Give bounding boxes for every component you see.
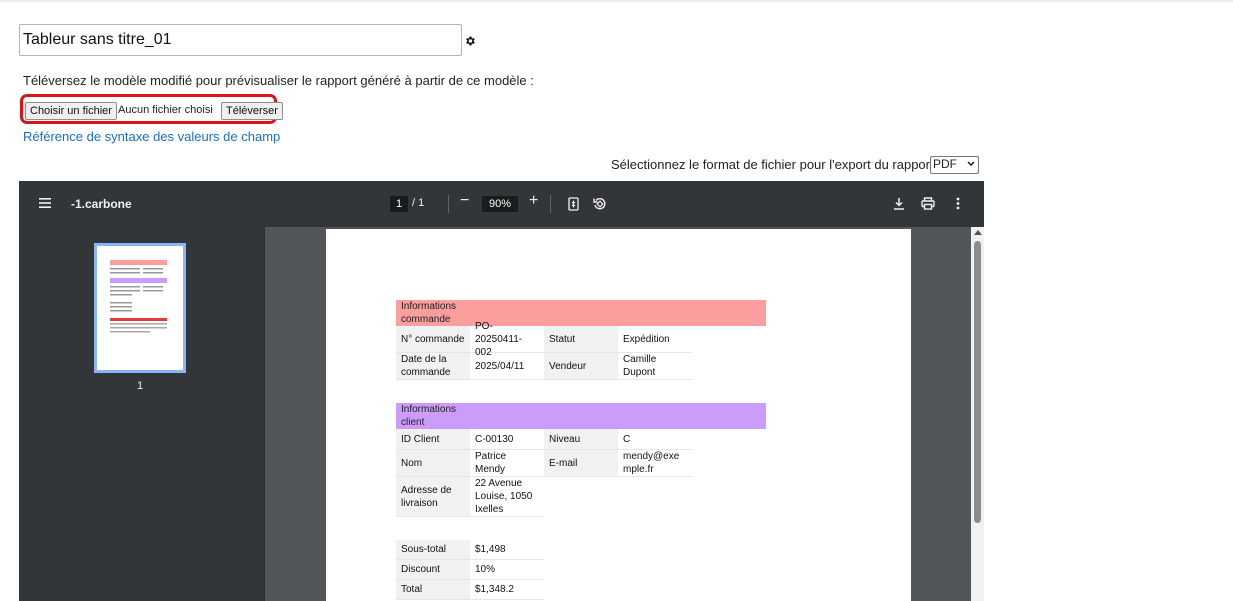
export-format-label: Sélectionnez le format de fichier pour l… — [611, 157, 941, 172]
seller-value: Camille Dupont — [618, 353, 692, 380]
subtotal-label: Sous-total — [396, 540, 470, 560]
fit-page-icon[interactable] — [568, 197, 579, 211]
total-label: Total — [396, 580, 470, 600]
status-value: Expédition — [618, 326, 692, 353]
no-file-text: Aucun fichier choisi — [118, 104, 213, 116]
client-id-value: C-00130 — [470, 429, 544, 450]
export-format-select[interactable]: PDF — [930, 156, 979, 174]
pdf-page: Informations commande N° commande PO-202… — [326, 229, 911, 601]
thumbnail-preview — [110, 260, 167, 333]
chevron-down-icon — [967, 161, 975, 166]
upload-instructions: Téléversez le modèle modifié pour prévis… — [23, 73, 534, 88]
discount-label: Discount — [396, 560, 470, 580]
client-title-line2: client — [401, 417, 425, 428]
client-id-label: ID Client — [396, 429, 470, 450]
export-format-value: PDF — [933, 157, 957, 171]
choose-file-button[interactable]: Choisir un fichier — [25, 102, 117, 120]
gear-icon[interactable] — [464, 35, 476, 47]
zoom-input[interactable]: 90% — [482, 196, 518, 212]
email-value: mendy@exe mple.fr — [618, 450, 692, 477]
order-section-header: Informations commande — [396, 300, 766, 326]
print-icon[interactable] — [921, 197, 935, 210]
level-value: C — [618, 429, 692, 450]
order-date-value: 2025/04/11 — [470, 353, 544, 380]
download-icon[interactable] — [893, 197, 905, 210]
scrollbar-thumb[interactable] — [974, 241, 981, 523]
toolbar-divider — [550, 195, 551, 213]
address-value: 22 Avenue Louise, 1050 Ixelles — [470, 477, 544, 517]
client-section-header: Informations client — [396, 403, 766, 429]
pdf-toolbar: -1.carbone 1 / 1 − 90% + — [19, 181, 984, 227]
seller-label: Vendeur — [544, 353, 618, 380]
zoom-out-button[interactable]: − — [460, 192, 469, 210]
document-name: -1.carbone — [71, 197, 132, 211]
page-thumbnail[interactable] — [94, 243, 186, 373]
menu-icon[interactable] — [39, 198, 51, 208]
page-number-input[interactable]: 1 — [390, 196, 408, 212]
zoom-in-button[interactable]: + — [529, 192, 538, 210]
email-label: E-mail — [544, 450, 618, 477]
name-label: Nom — [396, 450, 470, 477]
order-no-label: N° commande — [396, 326, 470, 353]
pdf-viewer: -1.carbone 1 / 1 − 90% + 1 Informations … — [19, 181, 984, 601]
subtotal-value: $1,498 — [470, 540, 544, 560]
upload-button[interactable]: Téléverser — [221, 102, 283, 120]
thumbnail-page-number: 1 — [137, 380, 144, 392]
order-title-line1: Informations — [401, 301, 457, 312]
vertical-scrollbar[interactable] — [971, 227, 984, 601]
thumbnail-sidebar: 1 — [19, 227, 265, 601]
client-title-line1: Informations — [401, 404, 457, 415]
level-label: Niveau — [544, 429, 618, 450]
discount-value: 10% — [470, 560, 544, 580]
scroll-up-arrow-icon[interactable] — [974, 230, 982, 235]
order-no-value: PO-20250411- 002 — [470, 321, 544, 358]
page-total: / 1 — [412, 197, 425, 209]
top-border — [0, 0, 1233, 2]
status-label: Statut — [544, 326, 618, 353]
spreadsheet-title-input[interactable] — [19, 24, 462, 56]
name-value: Patrice Mendy — [470, 450, 544, 477]
address-label: Adresse de livraison — [396, 477, 470, 517]
more-options-icon[interactable] — [956, 197, 960, 210]
order-title-line2: commande — [401, 314, 451, 325]
rotate-icon[interactable] — [593, 197, 607, 211]
syntax-reference-link[interactable]: Référence de syntaxe des valeurs de cham… — [23, 129, 280, 144]
toolbar-divider — [448, 195, 449, 213]
order-date-label: Date de la commande — [396, 353, 470, 380]
total-value: $1,348.2 — [470, 580, 544, 600]
